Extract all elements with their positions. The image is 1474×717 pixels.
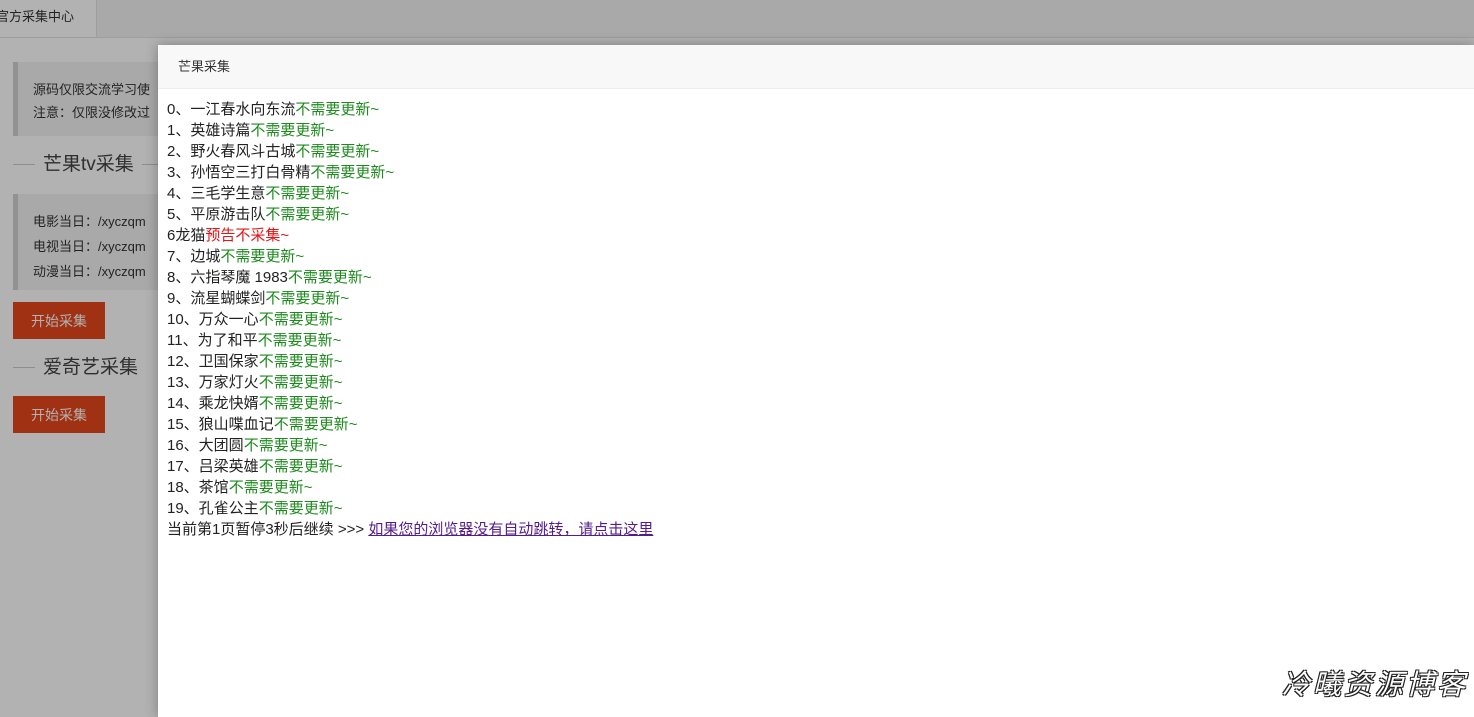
item-label: 11、为了和平: [167, 332, 258, 349]
list-item: 2、野火春风斗古城不需要更新~: [167, 141, 1474, 162]
item-label: 13、万家灯火: [167, 374, 259, 391]
item-status: 不需要更新~: [265, 206, 350, 223]
list-item: 0、一江春水向东流不需要更新~: [167, 99, 1474, 120]
list-item: 9、流星蝴蝶剑不需要更新~: [167, 288, 1474, 309]
item-status: 不需要更新~: [258, 395, 343, 412]
item-status: 不需要更新~: [258, 374, 343, 391]
item-status: 不需要更新~: [265, 290, 350, 307]
list-item: 5、平原游击队不需要更新~: [167, 204, 1474, 225]
item-label: 1、英雄诗篇: [167, 122, 251, 139]
collect-modal: 芒果采集 0、一江春水向东流不需要更新~ 1、英雄诗篇不需要更新~ 2、野火春风斗古…: [158, 45, 1474, 717]
item-label: 7、边城: [167, 248, 221, 265]
modal-title[interactable]: 芒果采集: [158, 45, 1474, 89]
item-label: 16、大团圆: [167, 437, 244, 454]
list-item: 16、大团圆不需要更新~: [167, 435, 1474, 456]
item-status: 不需要更新~: [228, 479, 313, 496]
item-label: 0、一江春水向东流: [167, 101, 296, 118]
item-label: 17、吕梁英雄: [167, 458, 259, 475]
item-status: 不需要更新~: [295, 143, 380, 160]
item-label: 6龙猫: [167, 227, 206, 244]
item-status: 不需要更新~: [258, 353, 343, 370]
watermark-logo: 冷曦资源博客: [1281, 668, 1468, 701]
item-label: 14、乘龙快婿: [167, 395, 259, 412]
list-item: 10、万众一心不需要更新~: [167, 309, 1474, 330]
list-item: 18、茶馆不需要更新~: [167, 477, 1474, 498]
item-label: 10、万众一心: [167, 311, 259, 328]
item-label: 4、三毛学生意: [167, 185, 266, 202]
item-status: 预告不采集~: [205, 227, 290, 244]
list-item: 3、孙悟空三打白骨精不需要更新~: [167, 162, 1474, 183]
item-status: 不需要更新~: [250, 122, 335, 139]
list-item: 14、乘龙快婿不需要更新~: [167, 393, 1474, 414]
modal-body: 0、一江春水向东流不需要更新~ 1、英雄诗篇不需要更新~ 2、野火春风斗古城不需要更…: [158, 89, 1474, 540]
redirect-link[interactable]: 如果您的浏览器没有自动跳转，请点击这里: [368, 521, 653, 538]
item-label: 12、卫国保家: [167, 353, 259, 370]
item-status: 不需要更新~: [258, 311, 343, 328]
item-label: 19、孔雀公主: [167, 500, 259, 517]
item-label: 2、野火春风斗古城: [167, 143, 296, 160]
item-status: 不需要更新~: [258, 458, 343, 475]
item-status: 不需要更新~: [273, 416, 358, 433]
list-item: 19、孔雀公主不需要更新~: [167, 498, 1474, 519]
item-status: 不需要更新~: [258, 500, 343, 517]
item-status: 不需要更新~: [310, 164, 395, 181]
list-item: 12、卫国保家不需要更新~: [167, 351, 1474, 372]
list-item: 8、六指琴魔 1983不需要更新~: [167, 267, 1474, 288]
item-label: 15、狼山喋血记: [167, 416, 274, 433]
result-list: 0、一江春水向东流不需要更新~ 1、英雄诗篇不需要更新~ 2、野火春风斗古城不需要更…: [167, 99, 1474, 519]
footer-text: 当前第1页暂停3秒后继续 >>>: [167, 521, 369, 538]
list-item: 17、吕梁英雄不需要更新~: [167, 456, 1474, 477]
list-item: 11、为了和平不需要更新~: [167, 330, 1474, 351]
item-status: 不需要更新~: [295, 101, 380, 118]
item-label: 3、孙悟空三打白骨精: [167, 164, 311, 181]
item-status: 不需要更新~: [265, 185, 350, 202]
list-item: 13、万家灯火不需要更新~: [167, 372, 1474, 393]
item-label: 18、茶馆: [167, 479, 229, 496]
list-item: 4、三毛学生意不需要更新~: [167, 183, 1474, 204]
item-status: 不需要更新~: [220, 248, 305, 265]
item-status: 不需要更新~: [287, 269, 372, 286]
list-item: 7、边城不需要更新~: [167, 246, 1474, 267]
item-status: 不需要更新~: [243, 437, 328, 454]
list-item: 15、狼山喋血记不需要更新~: [167, 414, 1474, 435]
item-status: 不需要更新~: [257, 332, 342, 349]
item-label: 5、平原游击队: [167, 206, 266, 223]
list-item: 6龙猫预告不采集~: [167, 225, 1474, 246]
list-item: 1、英雄诗篇不需要更新~: [167, 120, 1474, 141]
item-label: 8、六指琴魔 1983: [167, 269, 288, 286]
footer-row: 当前第1页暂停3秒后继续 >>> 如果您的浏览器没有自动跳转，请点击这里: [167, 519, 1474, 540]
item-label: 9、流星蝴蝶剑: [167, 290, 266, 307]
